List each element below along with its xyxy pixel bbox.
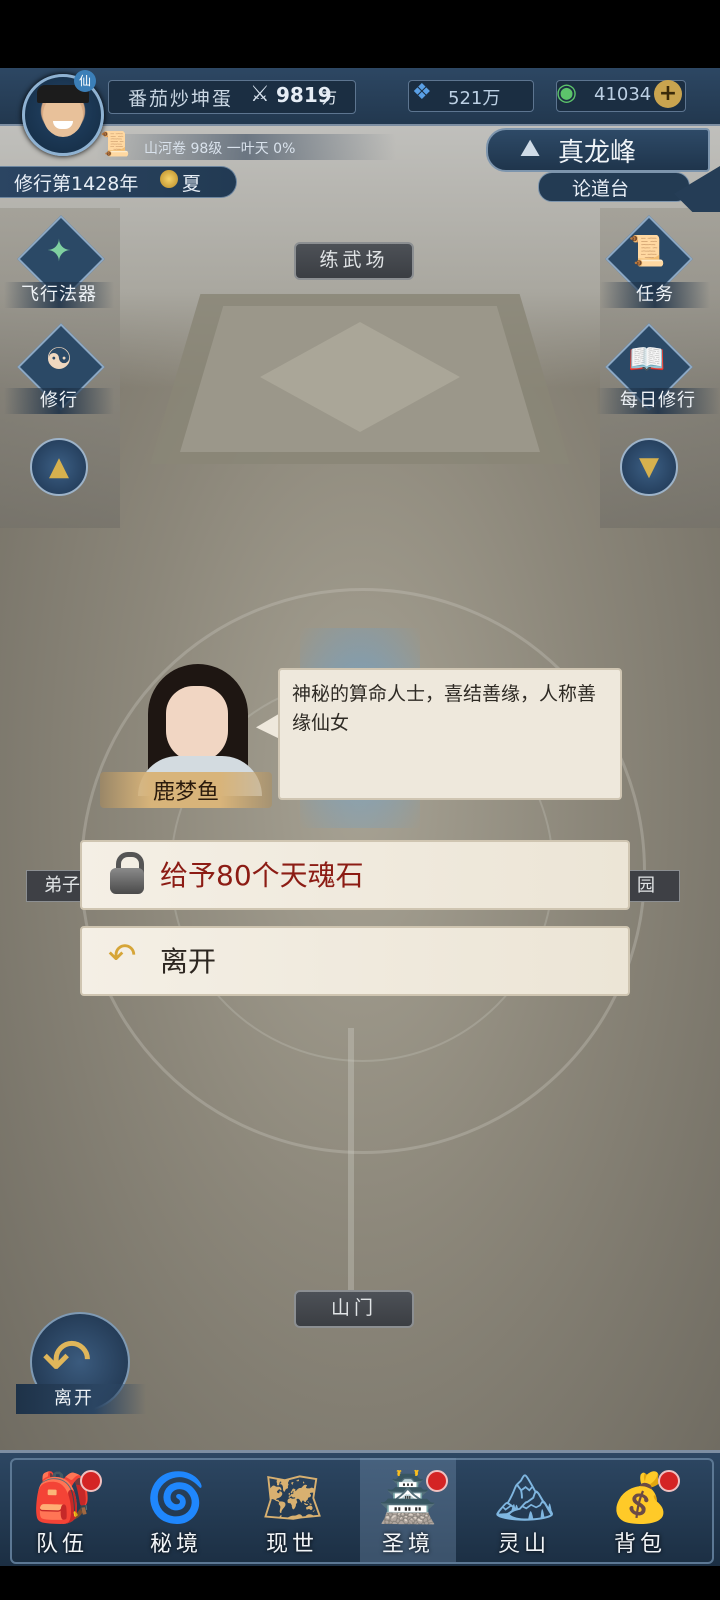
season-icon xyxy=(160,170,178,188)
flying-artifact-label: 飞行法器 xyxy=(4,282,114,308)
nav-tab-team[interactable]: 🎒 队伍 xyxy=(14,1458,110,1562)
leave-option-label: 离开 xyxy=(160,945,217,978)
spirit-stone-icon: ❖ xyxy=(412,80,432,105)
location-sub: 论道台 xyxy=(572,178,630,200)
scroll-icon[interactable]: 📜 xyxy=(100,130,130,158)
spirit-stone-value: 521万 xyxy=(448,88,501,109)
npc-face xyxy=(166,686,228,762)
npc-portrait xyxy=(118,664,278,796)
chevron-up-icon: ▲ xyxy=(49,452,69,482)
combat-power-icon: ⚔ xyxy=(250,82,270,107)
jade-value: 41034 xyxy=(594,84,652,105)
chevron-down-icon: ▼ xyxy=(639,452,659,482)
npc-name: 鹿梦鱼 xyxy=(152,780,219,805)
world-map-icon: 🗺 xyxy=(262,1470,323,1526)
daily-cultivation-icon: 📖 xyxy=(628,342,666,377)
nav-tab-label: 队伍 xyxy=(35,1532,88,1557)
daily-cultivation-label: 每日修行 xyxy=(596,388,720,414)
avatar-face xyxy=(37,85,89,137)
location-peak: 真龙峰 xyxy=(558,138,637,168)
realm-info: 山河卷 98级 一叶天 0% xyxy=(144,141,296,157)
season: 夏 xyxy=(182,173,202,195)
nav-tab-world[interactable]: 🗺 现世 xyxy=(244,1458,340,1562)
system-bar xyxy=(0,1566,720,1600)
player-name: 番茄炒坤蛋 xyxy=(128,88,234,110)
notification-dot xyxy=(658,1470,680,1492)
cultivation-year: 修行第1428年 xyxy=(14,173,139,195)
nav-tab-label: 背包 xyxy=(613,1532,666,1557)
nav-tab-spirit-mountain[interactable]: 🏔 灵山 xyxy=(476,1458,572,1562)
scroll-down-button[interactable]: ▼ xyxy=(620,438,678,496)
lock-icon xyxy=(108,852,146,894)
nav-tab-label: 秘境 xyxy=(149,1532,202,1557)
secret-realm-icon: 🌀 xyxy=(146,1470,206,1526)
cultivate-icon: ☯ xyxy=(45,342,73,377)
combat-power-unit: 万 xyxy=(322,89,338,107)
quest-label: 任务 xyxy=(600,282,710,308)
notification-dot xyxy=(80,1470,102,1492)
spirit-mountain-icon: 🏔 xyxy=(494,1470,555,1526)
return-arrow-icon: ↶ xyxy=(108,936,137,976)
nav-tab-label: 灵山 xyxy=(497,1532,550,1557)
give-stones-label: 给予80个天魂石 xyxy=(160,859,364,892)
quest-icon: 📜 xyxy=(628,234,666,269)
notification-dot xyxy=(426,1470,448,1492)
location-pin-icon: ⛰ xyxy=(520,134,541,162)
scroll-up-button[interactable]: ▲ xyxy=(30,438,88,496)
mountain-gate-plaque[interactable]: 山门 xyxy=(294,1290,414,1328)
nav-tab-label: 圣境 xyxy=(381,1532,434,1557)
training-ground-plaque[interactable]: 练武场 xyxy=(294,242,414,280)
flying-artifact-icon: ✦ xyxy=(46,234,72,269)
dialog-text: 神秘的算命人士，喜结善缘，人称善缘仙女 xyxy=(292,683,597,734)
add-jade-button[interactable]: + xyxy=(654,80,682,108)
path-line xyxy=(348,1028,354,1328)
jade-coin-icon: ◉ xyxy=(556,78,577,106)
avatar-grin xyxy=(53,121,73,129)
cultivate-label: 修行 xyxy=(4,388,114,414)
nav-tab-secret-realm[interactable]: 🌀 秘境 xyxy=(128,1458,224,1562)
leave-button-label[interactable]: 离开 xyxy=(16,1384,146,1414)
nav-tab-backpack[interactable]: 💰 背包 xyxy=(592,1458,688,1562)
nav-tab-holy-realm[interactable]: 🏯 圣境 xyxy=(360,1458,456,1562)
nav-tab-label: 现世 xyxy=(265,1532,318,1557)
immortal-badge: 仙 xyxy=(74,70,96,92)
lock-body xyxy=(110,868,144,894)
